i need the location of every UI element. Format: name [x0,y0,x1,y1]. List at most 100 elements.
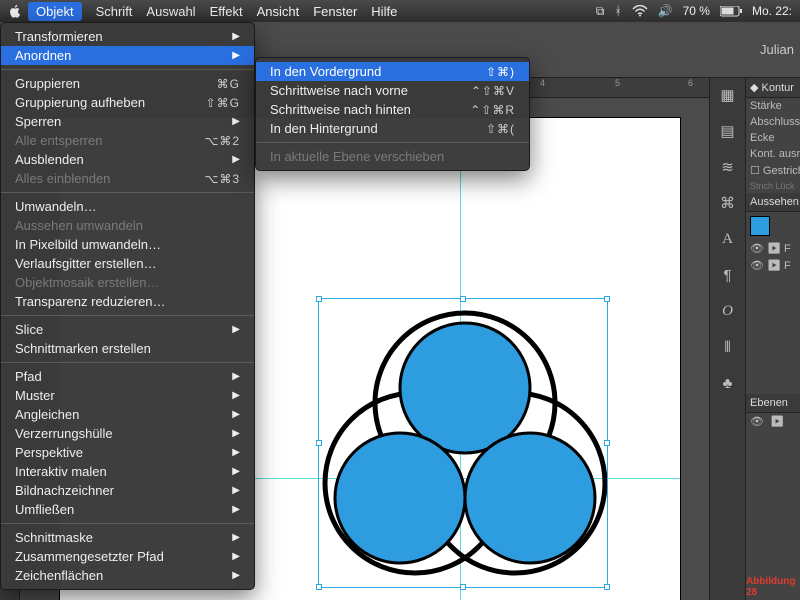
menu-item-label: Angleichen [15,407,79,422]
menu-item-label: Schnittmarken erstellen [15,341,151,356]
caption-label: Abbildung 28 [746,576,796,598]
appearance-row[interactable]: 👁 ▶ F [746,240,800,257]
paragraph-icon[interactable]: ¶ [717,264,739,286]
menu-item-label: Schrittweise nach hinten [270,102,411,117]
appearance-row[interactable]: 👁 ▶ F [746,257,800,274]
submenu-arrow-icon: ▶ [232,50,240,61]
menu-item-label: In aktuelle Ebene verschieben [270,149,444,164]
object-menu-item: Alles einblenden⌥⌘3 [1,169,254,188]
label-kont: Kont. ausr [746,146,800,162]
club-icon[interactable]: ♣ [717,372,739,394]
arrange-submenu-item[interactable]: Schrittweise nach vorne⌃⇧⌘V [256,81,529,100]
menu-item-label: Objektmosaik erstellen… [15,275,160,290]
opentype-icon[interactable]: O [717,300,739,322]
ruler-tick: 5 [615,78,620,88]
submenu-arrow-icon: ▶ [232,390,240,401]
menu-item-label: Zeichenflächen [15,568,103,583]
menu-item-label: Interaktiv malen [15,464,107,479]
menu-objekt[interactable]: Objekt [28,2,82,21]
object-menu-item[interactable]: Perspektive▶ [1,443,254,462]
object-menu-item[interactable]: Angleichen ▶ [1,405,254,424]
submenu-arrow-icon: ▶ [232,116,240,127]
menu-item-label: Alles einblenden [15,171,110,186]
submenu-arrow-icon: ▶ [232,532,240,543]
menu-item-label: Slice [15,322,43,337]
arrange-submenu-item[interactable]: In den Hintergrund⇧⌘( [256,119,529,138]
arrange-submenu-item[interactable]: In den Vordergrund ⇧⌘) [256,62,529,81]
object-menu-item: Aussehen umwandeln [1,216,254,235]
menu-effekt[interactable]: Effekt [210,4,243,19]
menu-schrift[interactable]: Schrift [96,4,133,19]
object-menu-item[interactable]: Slice▶ [1,320,254,339]
shortcut-label: ⇧⌘G [206,96,240,110]
object-menu-item[interactable]: Schnittmarken erstellen [1,339,254,358]
menu-item-label: In Pixelbild umwandeln… [15,237,161,252]
object-menu-item[interactable]: Umfließen▶ [1,500,254,519]
panel-ebenen-header[interactable]: Ebenen [746,394,800,413]
panel-kontur-header[interactable]: ◆ Kontur [746,78,800,98]
panel-aussehen-header[interactable]: Aussehen [746,193,800,212]
object-menu-item[interactable]: Gruppierung aufheben⇧⌘G [1,93,254,112]
object-menu-item[interactable]: In Pixelbild umwandeln… [1,235,254,254]
menu-item-label: Perspektive [15,445,83,460]
object-menu-item[interactable]: Zusammengesetzter Pfad▶ [1,547,254,566]
object-menu-item[interactable]: Bildnachzeichner▶ [1,481,254,500]
wifi-icon [632,5,648,17]
arrange-submenu[interactable]: In den Vordergrund ⇧⌘) Schrittweise nach v… [255,57,530,171]
object-menu[interactable]: Transformieren▶Anordnen▶ Gruppieren⌘GGrup… [0,22,255,590]
submenu-arrow-icon: ▶ [232,409,240,420]
ruler-tick: 6 [688,78,693,88]
menu-item-label: Bildnachzeichner [15,483,114,498]
shortcut-label: ⇧⌘) [486,65,515,79]
menu-hilfe[interactable]: Hilfe [371,4,397,19]
object-menu-item[interactable]: Umwandeln… [1,197,254,216]
menu-auswahl[interactable]: Auswahl [146,4,195,19]
object-menu-item[interactable]: Sperren▶ [1,112,254,131]
symbols-icon[interactable]: ⌘ [717,192,739,214]
object-menu-item[interactable]: Interaktiv malen▶ [1,462,254,481]
user-name: Julian [760,42,794,57]
menu-item-label: Umfließen [15,502,74,517]
layer-row[interactable]: 👁 ▶ [746,413,800,430]
type-icon[interactable]: A [717,228,739,250]
menu-ansicht[interactable]: Ansicht [257,4,300,19]
shortcut-label: ⌃⇧⌘R [470,103,515,117]
menu-fenster[interactable]: Fenster [313,4,357,19]
submenu-arrow-icon: ▶ [232,428,240,439]
swatches-icon[interactable]: ▤ [717,120,739,142]
object-menu-item[interactable]: Muster ▶ [1,386,254,405]
shortcut-label: ⌘G [217,77,240,91]
object-menu-item: Alle entsperren⌥⌘2 [1,131,254,150]
arrange-submenu-separator [256,142,529,143]
object-menu-item[interactable]: Verlaufsgitter erstellen… [1,254,254,273]
battery-pct: 70 % [683,4,710,18]
clock: Mo. 22: [752,4,792,18]
grid-icon[interactable]: ▦ [717,84,739,106]
shortcut-label: ⌃⇧⌘V [471,84,515,98]
arrange-submenu-item[interactable]: Schrittweise nach hinten ⌃⇧⌘R [256,100,529,119]
object-menu-item[interactable]: Gruppieren⌘G [1,74,254,93]
dropbox-icon: ⧉ [596,4,605,19]
object-menu-item[interactable]: Verzerrungshülle▶ [1,424,254,443]
selection-box[interactable] [318,298,608,588]
pathfinder-icon[interactable]: ⫴ [717,336,739,358]
object-menu-item[interactable]: Zeichenflächen▶ [1,566,254,585]
arrange-submenu-item: In aktuelle Ebene verschieben [256,147,529,166]
object-menu-separator [1,362,254,363]
shortcut-label: ⇧⌘( [486,122,515,136]
menu-item-label: Muster [15,388,55,403]
object-menu-item[interactable]: Transparenz reduzieren… [1,292,254,311]
object-menu-separator [1,315,254,316]
checkbox-gestrichelt[interactable]: ☐ Gestrich [746,162,800,179]
object-menu-item[interactable]: Anordnen▶ [1,46,254,65]
menu-item-label: In den Vordergrund [270,64,381,79]
object-menu-item[interactable]: Pfad▶ [1,367,254,386]
object-menu-item[interactable]: Schnittmaske▶ [1,528,254,547]
label-abschluss: Abschluss [746,114,800,130]
brushes-icon[interactable]: ≋ [717,156,739,178]
label-strich: Strich Lück [746,179,800,193]
object-menu-item[interactable]: Ausblenden▶ [1,150,254,169]
menu-item-label: Alle entsperren [15,133,102,148]
object-menu-item[interactable]: Transformieren▶ [1,27,254,46]
appearance-swatch[interactable] [750,216,770,236]
